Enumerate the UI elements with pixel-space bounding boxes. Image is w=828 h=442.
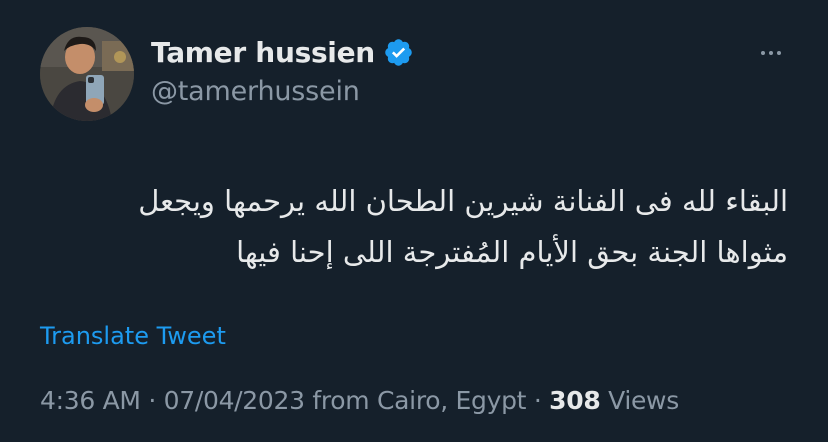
views-label: Views [600,386,679,415]
more-dot [769,51,773,55]
views-count[interactable]: 308 [549,386,601,415]
tweet-text: البقاء لله فى الفنانة شيرين الطحان الله … [40,176,788,278]
tweet-meta: 4:36 AM · 07/04/2023 from Cairo, Egypt ·… [40,386,679,415]
verified-badge-icon [383,37,414,68]
more-dot [761,51,765,55]
author-handle[interactable]: @tamerhussein [151,76,360,107]
meta-separator: · [140,386,164,415]
profile-photo-icon [40,27,134,121]
meta-separator: · [526,386,550,415]
author-name-row: Tamer hussien [151,34,414,70]
more-options-icon[interactable] [756,40,786,66]
tweet-text-line: مثواها الجنة بحق الأيام المُفترجة اللى إ… [236,235,788,269]
translate-tweet-link[interactable]: Translate Tweet [40,322,226,350]
author-display-name[interactable]: Tamer hussien [151,36,375,69]
avatar[interactable] [40,27,134,121]
tweet-location: from Cairo, Egypt [304,386,527,415]
tweet-card: Tamer hussien @tamerhussein البقاء لله ف… [0,0,828,442]
tweet-text-line: البقاء لله فى الفنانة شيرين الطحان الله … [138,184,788,218]
more-dot [777,51,781,55]
tweet-time[interactable]: 4:36 AM [40,386,141,415]
tweet-date[interactable]: 07/04/2023 [164,386,305,415]
